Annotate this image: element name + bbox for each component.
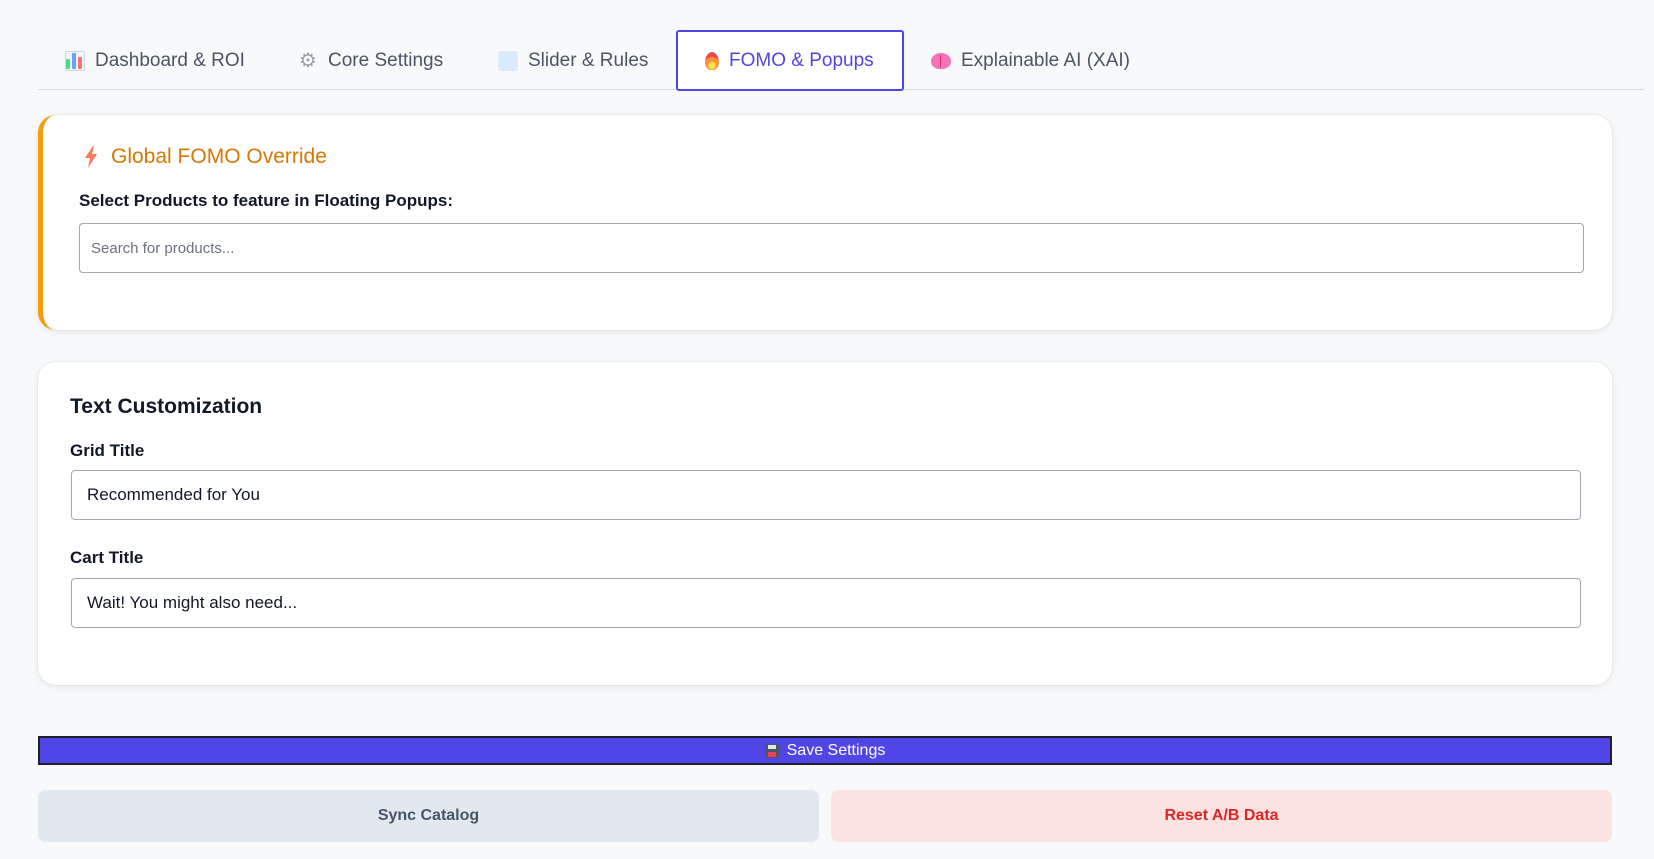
product-search-input[interactable] xyxy=(79,223,1584,273)
cart-title-label: Cart Title xyxy=(70,548,144,567)
tab-label: Dashboard & ROI xyxy=(95,49,245,71)
tab-label: Explainable AI (XAI) xyxy=(961,49,1130,71)
reset-ab-data-button[interactable]: Reset A/B Data xyxy=(831,790,1612,842)
save-settings-label: Save Settings xyxy=(786,741,886,759)
text-customization-title: Text Customization xyxy=(70,395,263,418)
grid-title-input[interactable] xyxy=(71,470,1581,520)
lightning-bolt-icon xyxy=(83,146,99,168)
fomo-card-header: Global FOMO Override xyxy=(83,145,327,169)
tab-bar: Dashboard & ROI ⚙ Core Settings Slider &… xyxy=(38,30,1644,91)
grid-title-label: Grid Title xyxy=(70,441,145,460)
reset-ab-data-label: Reset A/B Data xyxy=(1164,807,1279,824)
tab-core-settings[interactable]: ⚙ Core Settings xyxy=(271,30,470,91)
tab-explainable-ai[interactable]: Explainable AI (XAI) xyxy=(904,30,1157,91)
fomo-override-card: Global FOMO Override Select Products to … xyxy=(38,115,1612,330)
sync-catalog-label: Sync Catalog xyxy=(377,807,480,824)
tab-slider-rules[interactable]: Slider & Rules xyxy=(471,30,675,91)
tab-dashboard-roi[interactable]: Dashboard & ROI xyxy=(38,30,272,91)
fomo-card-title: Global FOMO Override xyxy=(111,145,327,168)
product-select-label: Select Products to feature in Floating P… xyxy=(79,191,454,210)
save-settings-button[interactable]: Save Settings xyxy=(38,736,1612,765)
settings-page: Dashboard & ROI ⚙ Core Settings Slider &… xyxy=(0,0,1654,859)
tab-fomo-popups[interactable]: FOMO & Popups xyxy=(676,30,904,91)
sync-catalog-button[interactable]: Sync Catalog xyxy=(38,790,819,842)
bar-chart-icon xyxy=(65,50,85,71)
floppy-disk-icon xyxy=(764,743,779,758)
brain-icon xyxy=(931,52,951,69)
fire-icon xyxy=(705,51,719,70)
tab-label: Core Settings xyxy=(328,49,444,71)
gear-icon: ⚙ xyxy=(299,49,317,72)
tab-label: FOMO & Popups xyxy=(729,49,874,71)
cart-title-input[interactable] xyxy=(71,578,1581,628)
tab-label: Slider & Rules xyxy=(528,49,649,71)
grid-icon xyxy=(498,50,518,71)
text-customization-card: Text Customization Grid Title Cart Title xyxy=(38,362,1612,685)
